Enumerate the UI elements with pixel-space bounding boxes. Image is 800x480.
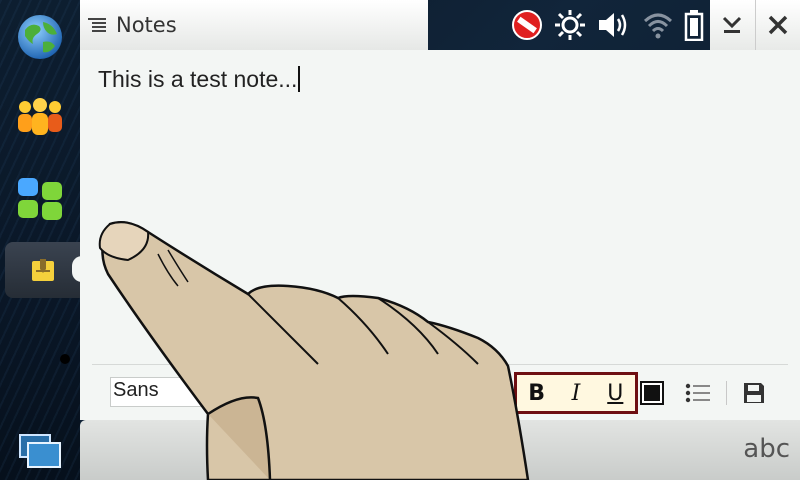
toolbar-divider bbox=[726, 381, 727, 405]
menu-icon bbox=[88, 18, 106, 32]
bottom-bar: abc bbox=[80, 420, 800, 480]
save-icon bbox=[744, 383, 764, 403]
status-area[interactable] bbox=[505, 0, 710, 50]
bullet-list-icon bbox=[685, 383, 710, 403]
indicator-dot bbox=[60, 354, 70, 364]
app-grid-icon bbox=[18, 178, 62, 220]
color-swatch-icon bbox=[640, 381, 664, 405]
italic-button[interactable]: I bbox=[558, 381, 594, 406]
task-switcher-icon bbox=[19, 434, 61, 468]
notes-app-button[interactable] bbox=[5, 242, 80, 298]
page-title: Notes bbox=[116, 13, 177, 37]
volume-icon bbox=[599, 13, 627, 37]
globe-icon bbox=[18, 15, 62, 59]
wifi-icon bbox=[643, 13, 672, 39]
close-icon bbox=[768, 15, 787, 35]
applications-button[interactable] bbox=[8, 170, 72, 228]
input-mode-button[interactable]: abc bbox=[743, 434, 790, 464]
note-text-area[interactable]: This is a test note... bbox=[98, 66, 778, 356]
launcher-sidebar bbox=[0, 0, 80, 480]
task-switcher-button[interactable] bbox=[14, 428, 66, 474]
close-button[interactable] bbox=[754, 0, 800, 50]
title-bar: Notes bbox=[80, 0, 800, 50]
app-menu-button[interactable]: Notes bbox=[80, 0, 428, 50]
note-text: This is a test note... bbox=[98, 66, 298, 92]
save-button[interactable] bbox=[738, 377, 770, 409]
window-controls bbox=[710, 0, 800, 50]
minimize-button[interactable] bbox=[710, 0, 755, 50]
notes-icon bbox=[31, 259, 54, 281]
no-entry-icon bbox=[511, 10, 542, 40]
minimize-icon bbox=[723, 16, 742, 33]
text-color-button[interactable] bbox=[636, 377, 668, 409]
contacts-button[interactable] bbox=[8, 88, 72, 146]
battery-icon bbox=[685, 10, 704, 41]
bullet-list-button[interactable] bbox=[682, 377, 714, 409]
note-editor-area: This is a test note... Sans B I U bbox=[80, 50, 800, 420]
text-style-group: B I U bbox=[514, 372, 638, 414]
font-family-select[interactable]: Sans bbox=[110, 377, 220, 407]
underline-button[interactable]: U bbox=[597, 381, 633, 406]
brightness-icon bbox=[555, 10, 586, 40]
bold-button[interactable]: B bbox=[519, 381, 555, 406]
web-browser-button[interactable] bbox=[8, 8, 72, 66]
text-caret bbox=[298, 66, 301, 92]
format-toolbar: Sans B I U bbox=[92, 364, 788, 416]
people-icon bbox=[18, 98, 62, 135]
